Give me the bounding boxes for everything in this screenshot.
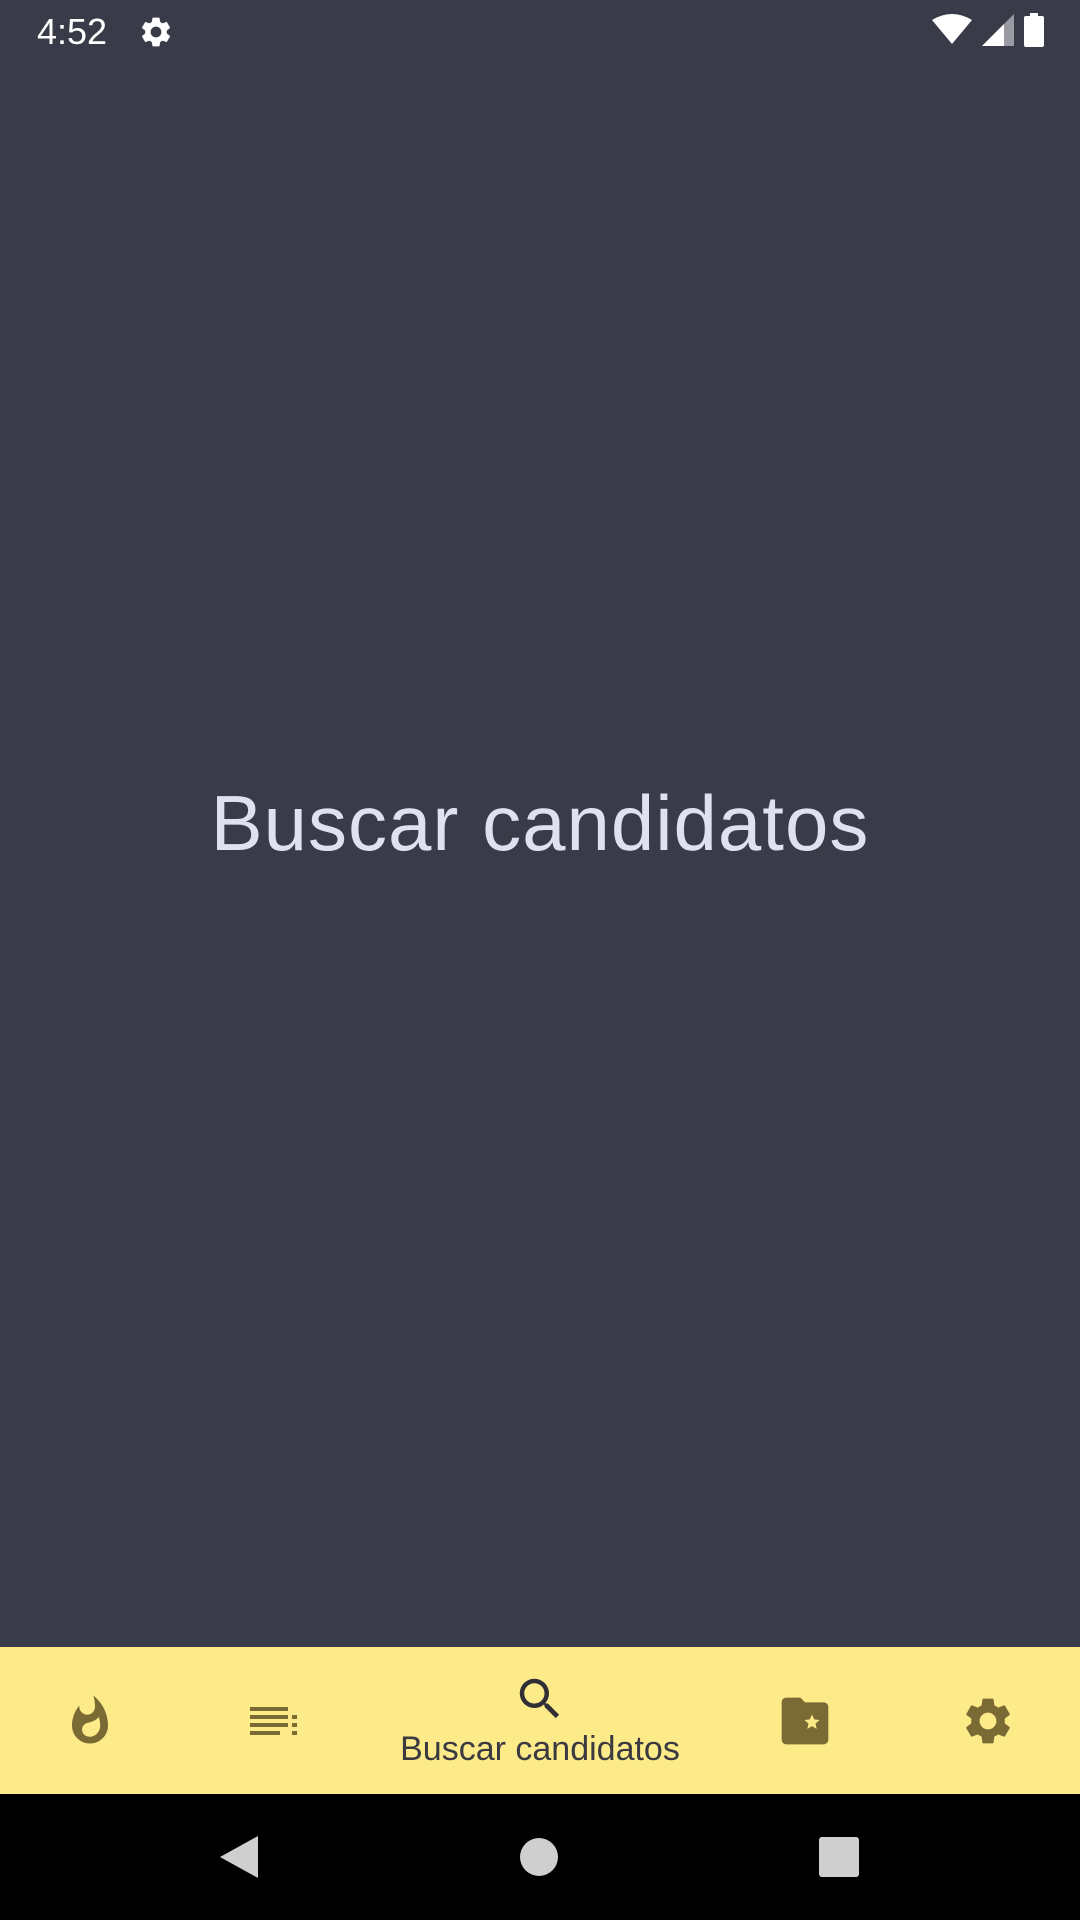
status-time: 4:52 (37, 11, 108, 52)
page-title: Buscar candidatos (210, 778, 870, 867)
wifi-icon (932, 13, 972, 51)
app-screen: 4:52 Buscar candidatos Buscar candidatos (0, 0, 1080, 1920)
nav-item-settings[interactable] (938, 1647, 1038, 1794)
nav-item-list[interactable] (225, 1647, 325, 1794)
nav-item-search[interactable]: Buscar candidatos (360, 1647, 720, 1794)
folder-star-icon (777, 1697, 833, 1745)
gear-icon (960, 1693, 1016, 1749)
system-navigation-bar (0, 1794, 1080, 1920)
settings-icon (138, 14, 174, 50)
fire-icon (63, 1692, 117, 1750)
status-bar: 4:52 (0, 0, 1080, 63)
home-icon[interactable] (514, 1832, 564, 1882)
status-icons (932, 12, 1044, 52)
nav-item-favorites[interactable] (755, 1647, 855, 1794)
bottom-navigation: Buscar candidatos (0, 1647, 1080, 1794)
cell-signal-icon (982, 13, 1014, 51)
back-icon[interactable] (214, 1832, 264, 1882)
nav-item-fire[interactable] (40, 1647, 140, 1794)
list-icon (248, 1701, 302, 1741)
main-content: Buscar candidatos (0, 63, 1080, 1647)
search-icon (513, 1672, 567, 1726)
nav-label-search: Buscar candidatos (400, 1730, 680, 1768)
battery-icon (1024, 12, 1044, 52)
recents-icon[interactable] (814, 1832, 864, 1882)
